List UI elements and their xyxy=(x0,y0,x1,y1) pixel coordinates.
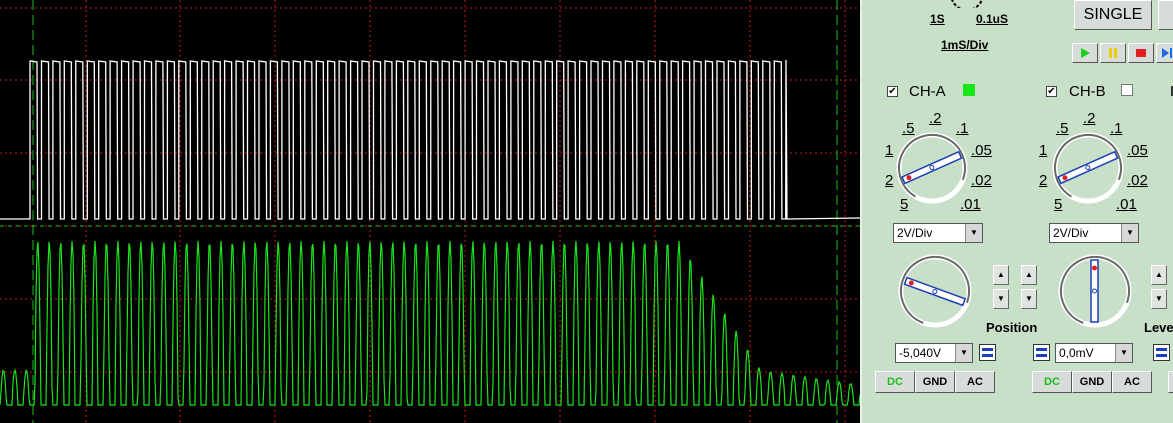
chevron-down-icon: ▼ xyxy=(965,224,982,242)
ch-b-trace xyxy=(0,59,860,220)
stop-button[interactable] xyxy=(1128,43,1154,63)
ch-b-dc-label: DC xyxy=(1044,376,1060,388)
ch-b-volts-knob[interactable] xyxy=(1052,132,1124,204)
chevron-down-icon: ▼ xyxy=(1115,344,1132,362)
ch-b-volts-value: 2V/Div xyxy=(1053,226,1089,240)
scope-display[interactable] xyxy=(0,0,860,423)
timebase-knob[interactable] xyxy=(947,0,987,8)
ch-a-dc-label: DC xyxy=(887,376,903,388)
level-up-button[interactable]: ▲ xyxy=(1151,265,1167,285)
ch-a-mark: 1 xyxy=(885,142,894,159)
ch-a-volts-select[interactable]: 2V/Div ▼ xyxy=(893,223,983,243)
ch-b-ac-label: AC xyxy=(1124,376,1140,388)
ch-b-offset-select[interactable]: 0,0mV ▼ xyxy=(1055,343,1133,363)
scope-screen xyxy=(0,0,860,423)
arrow-up-icon: ▲ xyxy=(1025,270,1033,279)
ch-a-offset-value: -5,040V xyxy=(899,346,942,360)
ch-a-gnd-button[interactable]: GND xyxy=(915,371,955,393)
ch-a-dc-button[interactable]: DC xyxy=(875,371,915,393)
level-down-button[interactable]: ▼ xyxy=(1151,289,1167,309)
ch-b-mark: 1 xyxy=(1039,142,1048,159)
ch-a-label: CH-A xyxy=(909,83,946,100)
ch-b-label: CH-B xyxy=(1069,83,1106,100)
position-label: Position xyxy=(986,320,1038,335)
ch-b-mark: .05 xyxy=(1127,142,1148,159)
ch-a-trace xyxy=(0,240,860,406)
ch-a-volts-value: 2V/Div xyxy=(897,226,933,240)
ch-b-mark: 2 xyxy=(1039,172,1048,189)
single-button-label: SINGLE xyxy=(1083,6,1143,23)
level-reset-button[interactable] xyxy=(1153,344,1170,361)
ch-b-color-swatch xyxy=(1121,84,1133,96)
ch-b-gnd-button[interactable]: GND xyxy=(1072,371,1112,393)
chevron-down-icon: ▼ xyxy=(1121,224,1138,242)
ch-b-position-up-button[interactable]: ▲ xyxy=(1021,265,1037,285)
ch-a-offset-reset-button[interactable] xyxy=(979,344,996,361)
timebase-value: 1mS/Div xyxy=(941,38,989,52)
ch-a-checkbox[interactable]: ✔ xyxy=(887,86,898,97)
ch-a-mark: 2 xyxy=(885,172,894,189)
ch-b-offset-value: 0,0mV xyxy=(1059,346,1094,360)
arrow-down-icon: ▼ xyxy=(997,294,1005,303)
ch-a-volts-knob[interactable] xyxy=(896,132,968,204)
pause-icon xyxy=(1109,48,1117,58)
ch-a-mark: .05 xyxy=(971,142,992,159)
ch-a-gnd-label: GND xyxy=(922,376,948,388)
ch-a-mark: .2 xyxy=(929,110,942,127)
ch-b-ac-button[interactable]: AC xyxy=(1112,371,1152,393)
step-icon xyxy=(1162,48,1172,58)
ch-a-mark: .02 xyxy=(971,172,992,189)
level-label: Level xyxy=(1144,320,1173,335)
step-button[interactable] xyxy=(1156,43,1173,63)
panel-edge-button-2[interactable] xyxy=(1168,371,1173,393)
ch-a-position-knob[interactable] xyxy=(898,254,972,328)
ch-b-position-down-button[interactable]: ▼ xyxy=(1021,289,1037,309)
ch-a-ac-label: AC xyxy=(967,376,983,388)
ch-b-mark: .02 xyxy=(1127,172,1148,189)
arrow-down-icon: ▼ xyxy=(1025,294,1033,303)
timebase-slow-label: 1S xyxy=(930,12,945,26)
control-panel: 1S 0.1uS 1mS/Div SINGLE ✔ CH-A ✔ CH-B .5… xyxy=(860,0,1173,423)
ch-a-position-up-button[interactable]: ▲ xyxy=(993,265,1009,285)
ch-b-gnd-label: GND xyxy=(1079,376,1105,388)
ch-a-position-down-button[interactable]: ▼ xyxy=(993,289,1009,309)
pause-button[interactable] xyxy=(1100,43,1126,63)
play-icon xyxy=(1081,48,1090,58)
check-icon: ✔ xyxy=(1047,86,1056,97)
ch-b-offset-reset-button[interactable] xyxy=(1033,344,1050,361)
play-button[interactable] xyxy=(1072,43,1098,63)
ch-a-ac-button[interactable]: AC xyxy=(955,371,995,393)
arrow-up-icon: ▲ xyxy=(997,270,1005,279)
ch-b-volts-select[interactable]: 2V/Div ▼ xyxy=(1049,223,1139,243)
ch-b-checkbox[interactable]: ✔ xyxy=(1046,86,1057,97)
ch-a-color-swatch xyxy=(963,84,975,96)
ch-b-level-knob[interactable] xyxy=(1058,254,1132,328)
check-icon: ✔ xyxy=(888,86,897,97)
ch-b-mark: .2 xyxy=(1083,110,1096,127)
chevron-down-icon: ▼ xyxy=(955,344,972,362)
panel-edge-button[interactable] xyxy=(1158,0,1173,30)
arrow-down-icon: ▼ xyxy=(1155,294,1163,303)
ch-b-dc-button[interactable]: DC xyxy=(1032,371,1072,393)
stop-icon xyxy=(1136,49,1146,57)
timebase-fast-label: 0.1uS xyxy=(976,12,1009,26)
arrow-up-icon: ▲ xyxy=(1155,270,1163,279)
ch-a-offset-select[interactable]: -5,040V ▼ xyxy=(895,343,973,363)
single-button[interactable]: SINGLE xyxy=(1074,0,1152,30)
